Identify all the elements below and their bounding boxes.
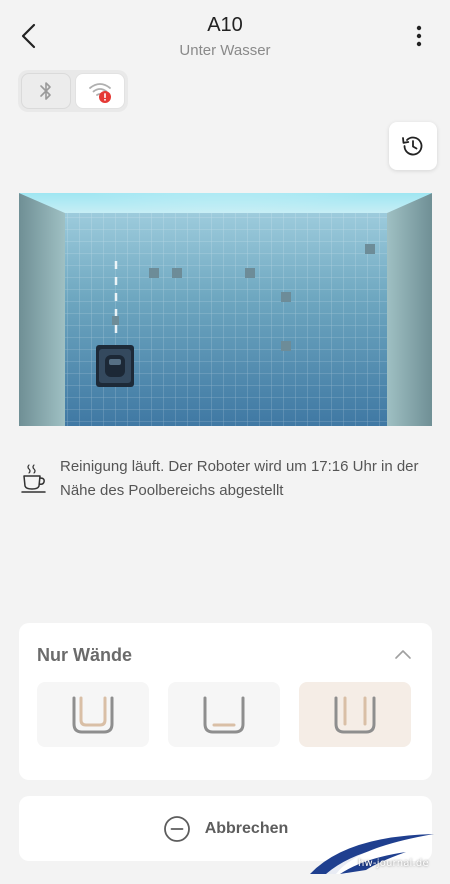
mode-option-floor-only[interactable] <box>168 682 280 747</box>
bluetooth-icon <box>40 82 51 100</box>
history-button[interactable] <box>389 122 437 170</box>
status-row: Reinigung läuft. Der Roboter wird um 17:… <box>20 455 430 503</box>
coffee-cup-icon <box>21 464 46 493</box>
cleaning-mode-panel: Nur Wände <box>19 623 432 780</box>
mode-option-walls-only[interactable] <box>299 682 411 747</box>
page-title: A10 <box>207 14 243 36</box>
history-icon <box>402 136 423 156</box>
cancel-label: Abbrechen <box>204 819 289 837</box>
mode-title: Nur Wände <box>37 645 133 665</box>
pool-view <box>19 193 432 426</box>
pool-walls-floor-icon <box>72 696 114 733</box>
watermark-logo <box>310 834 434 874</box>
bluetooth-button[interactable] <box>21 73 71 109</box>
page-subtitle: Unter Wasser <box>179 42 271 59</box>
collapse-button[interactable] <box>394 647 412 661</box>
more-button[interactable] <box>408 22 430 50</box>
pool-floor-icon <box>203 696 245 733</box>
more-vertical-icon <box>416 25 422 47</box>
chevron-up-icon <box>395 650 411 659</box>
status-message: Reinigung läuft. Der Roboter wird um 17:… <box>60 458 419 499</box>
minus-circle-icon <box>163 815 190 842</box>
pool-illustration <box>19 193 432 426</box>
header: A10 Unter Wasser <box>0 0 450 70</box>
wifi-button[interactable] <box>75 73 125 109</box>
mode-option-walls-and-floor[interactable] <box>37 682 149 747</box>
connection-toggle-group <box>18 70 128 112</box>
watermark: hw-journal.de <box>306 830 446 876</box>
pool-walls-icon <box>334 696 376 733</box>
watermark-text: hw-journal.de <box>358 858 429 869</box>
robot-marker <box>96 345 134 387</box>
wifi-icon <box>89 83 111 103</box>
